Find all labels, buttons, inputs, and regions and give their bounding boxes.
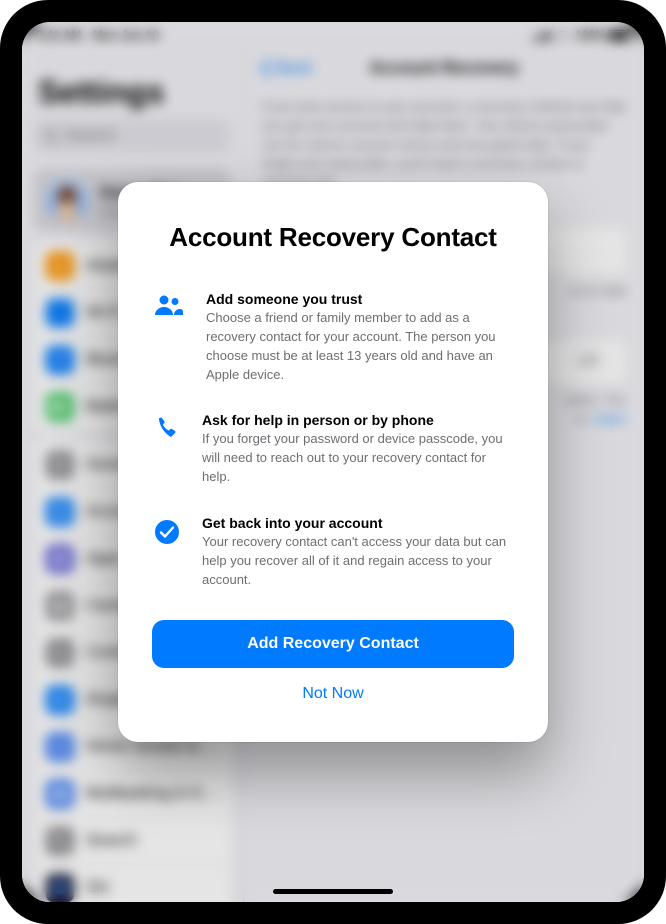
feature-desc: If you forget your password or device pa… bbox=[202, 430, 514, 487]
modal-feature-2: Get back into your account Your recovery… bbox=[152, 515, 514, 590]
feature-title: Ask for help in person or by phone bbox=[202, 412, 514, 428]
feature-icon-0 bbox=[152, 291, 186, 317]
modal-feature-1: Ask for help in person or by phone If yo… bbox=[152, 412, 514, 487]
feature-title: Get back into your account bbox=[202, 515, 514, 531]
add-recovery-contact-button[interactable]: Add Recovery Contact bbox=[152, 620, 514, 668]
feature-desc: Your recovery contact can't access your … bbox=[202, 533, 514, 590]
feature-icon-2 bbox=[152, 515, 182, 547]
feature-title: Add someone you trust bbox=[206, 291, 514, 307]
not-now-button[interactable]: Not Now bbox=[152, 674, 514, 714]
modal-title: Account Recovery Contact bbox=[152, 222, 514, 253]
feature-desc: Choose a friend or family member to add … bbox=[206, 309, 514, 384]
modal-feature-0: Add someone you trust Choose a friend or… bbox=[152, 291, 514, 384]
home-indicator[interactable] bbox=[273, 889, 393, 894]
feature-icon-1 bbox=[152, 412, 182, 444]
account-recovery-modal: Account Recovery Contact Add someone you… bbox=[118, 182, 548, 742]
